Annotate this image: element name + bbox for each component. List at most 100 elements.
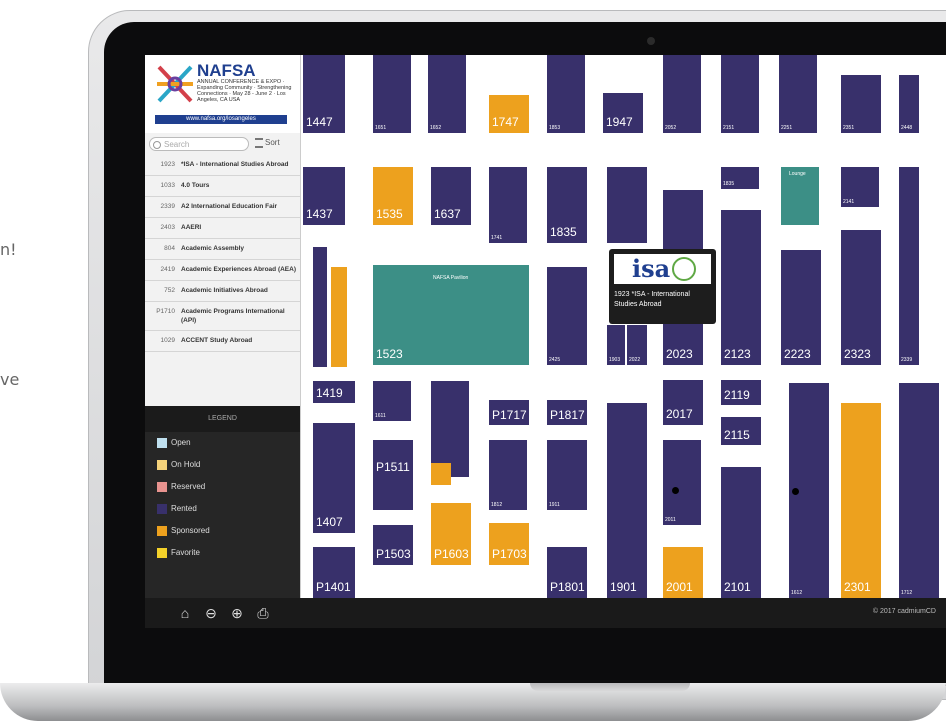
booth[interactable]: 1835 [547, 167, 587, 243]
list-item[interactable]: 752 Academic Initiatives Abroad [145, 281, 300, 302]
booth[interactable]: 1747 [489, 95, 529, 133]
booth[interactable]: P1703 [489, 523, 529, 565]
booth[interactable]: 1853 [547, 55, 585, 133]
list-item[interactable]: 1029 ACCENT Study Abroad [145, 331, 300, 352]
booth-label: 2017 [666, 407, 693, 421]
list-item[interactable]: 2403 AAERI [145, 218, 300, 239]
booth[interactable]: 1407 [313, 423, 355, 533]
booth-number: 2339 [160, 203, 175, 210]
booth-label: 2339 [901, 357, 913, 363]
booth-label: P1717 [492, 408, 527, 422]
booth-label: 2425 [549, 357, 561, 363]
booth-label: 1447 [306, 115, 333, 129]
booth[interactable]: 2339 [899, 167, 919, 365]
booth[interactable]: 1611 [373, 381, 411, 421]
list-item[interactable]: P1710 Academic Programs International (AP… [145, 302, 300, 331]
booth[interactable]: 1523 [373, 325, 453, 365]
print-icon[interactable]: ⎙ [255, 605, 271, 621]
booth[interactable]: 2425 [547, 267, 587, 365]
sort-button[interactable]: Sort [255, 138, 280, 148]
exhibitor-name: AAERI [181, 224, 202, 231]
booth-label: 2223 [784, 347, 811, 361]
legend-item-favorite: Favorite [145, 542, 300, 564]
marker-icon [672, 487, 679, 494]
booth[interactable]: P1801 [547, 547, 587, 598]
booth[interactable]: 2151 [721, 55, 759, 133]
search-input[interactable]: Search [149, 137, 249, 151]
booth-number: 804 [164, 245, 175, 252]
booth[interactable]: 2301 [841, 403, 881, 598]
booth-label: 1419 [316, 386, 343, 400]
legend-item-open: Open [145, 432, 300, 454]
zoom-out-icon[interactable]: ⊖ [203, 605, 219, 621]
booth[interactable]: 2022 [627, 325, 647, 365]
booth[interactable]: 2141 [841, 167, 879, 207]
booth[interactable]: 2323 [841, 230, 881, 365]
logo-url[interactable]: www.nafsa.org/losangeles [155, 115, 287, 124]
booth-label: 1651 [375, 125, 387, 131]
booth[interactable]: 1812 [489, 440, 527, 510]
legend-label: Favorite [171, 548, 200, 557]
booth-label: 2001 [666, 580, 693, 594]
zoom-in-icon[interactable]: ⊕ [229, 605, 245, 621]
bottom-toolbar: ⌂ ⊖ ⊕ ⎙ © 2017 cadmiumCD [145, 598, 946, 628]
isa-logo: isa [614, 254, 711, 284]
legend-label: Sponsored [171, 526, 210, 535]
booth[interactable]: 2119 [721, 380, 761, 405]
booth[interactable] [331, 267, 347, 367]
home-icon[interactable]: ⌂ [177, 605, 193, 621]
booth-label: 2301 [844, 580, 871, 594]
booth[interactable]: 1901 [607, 403, 647, 598]
booth[interactable]: 1835 [721, 167, 759, 189]
booth[interactable]: 1419 [313, 381, 355, 403]
booth[interactable]: P1817 [547, 400, 587, 425]
booth[interactable]: 1712 [899, 383, 939, 598]
booth[interactable]: P1401 [313, 547, 355, 598]
booth[interactable]: P1503 [373, 525, 413, 565]
list-item[interactable]: 804 Academic Assembly [145, 239, 300, 260]
booth[interactable]: 2101 [721, 467, 761, 598]
booth[interactable]: 1911 [547, 440, 587, 510]
booth-label: 2151 [723, 125, 735, 131]
list-item[interactable]: 1923 *ISA - International Studies Abroad [145, 155, 300, 176]
booth[interactable]: 2251 [779, 55, 817, 133]
list-item[interactable]: 2339 A2 International Education Fair [145, 197, 300, 218]
booth[interactable]: 1947 [603, 93, 643, 133]
booth[interactable]: 1447 [303, 55, 345, 133]
legend-label: Rented [171, 504, 197, 513]
booth[interactable]: 1535 [373, 167, 413, 225]
booth[interactable]: 2052 [663, 55, 701, 133]
booth[interactable]: 2001 [663, 547, 703, 598]
booth[interactable]: P1717 [489, 400, 529, 425]
screen: NAFSA ANNUAL CONFERENCE & EXPO · Expandi… [145, 55, 946, 628]
booth[interactable]: P1511 [373, 440, 413, 510]
booth[interactable] [607, 167, 647, 243]
booth-label: 2119 [724, 388, 750, 402]
booth-label: 1652 [430, 125, 442, 131]
booth[interactable]: 2115 [721, 417, 761, 445]
booth[interactable] [431, 463, 451, 485]
booth[interactable]: 1437 [303, 167, 345, 225]
booth[interactable]: 1652 [428, 55, 466, 133]
booth[interactable]: 1651 [373, 55, 411, 133]
booth[interactable]: 1903 [607, 325, 625, 365]
floor-plan-map[interactable]: 1447 1651 1652 1747 1853 1947 2052 2151 … [301, 55, 946, 598]
booth[interactable] [313, 247, 327, 367]
booth[interactable]: 2351 [841, 75, 881, 133]
booth[interactable]: 2448 [899, 75, 919, 133]
list-item[interactable]: 2419 Academic Experiences Abroad (AEA) [145, 260, 300, 281]
lounge[interactable]: Lounge [781, 167, 819, 225]
booth[interactable]: 2223 [781, 250, 821, 365]
booth-label: 2052 [665, 125, 677, 131]
list-item[interactable]: 1033 4.0 Tours [145, 176, 300, 197]
booth[interactable]: 1741 [489, 167, 527, 243]
legend-item-sponsored: Sponsored [145, 520, 300, 542]
booth[interactable]: 2017 [663, 380, 703, 425]
booth-label: P1401 [316, 580, 351, 594]
booth[interactable]: P1603 [431, 503, 471, 565]
booth[interactable]: 2123 [721, 210, 761, 365]
booth[interactable]: 2011 [663, 440, 701, 525]
search-icon [153, 141, 161, 149]
booth[interactable]: 1637 [431, 167, 471, 225]
booth-label: 1437 [306, 207, 333, 221]
